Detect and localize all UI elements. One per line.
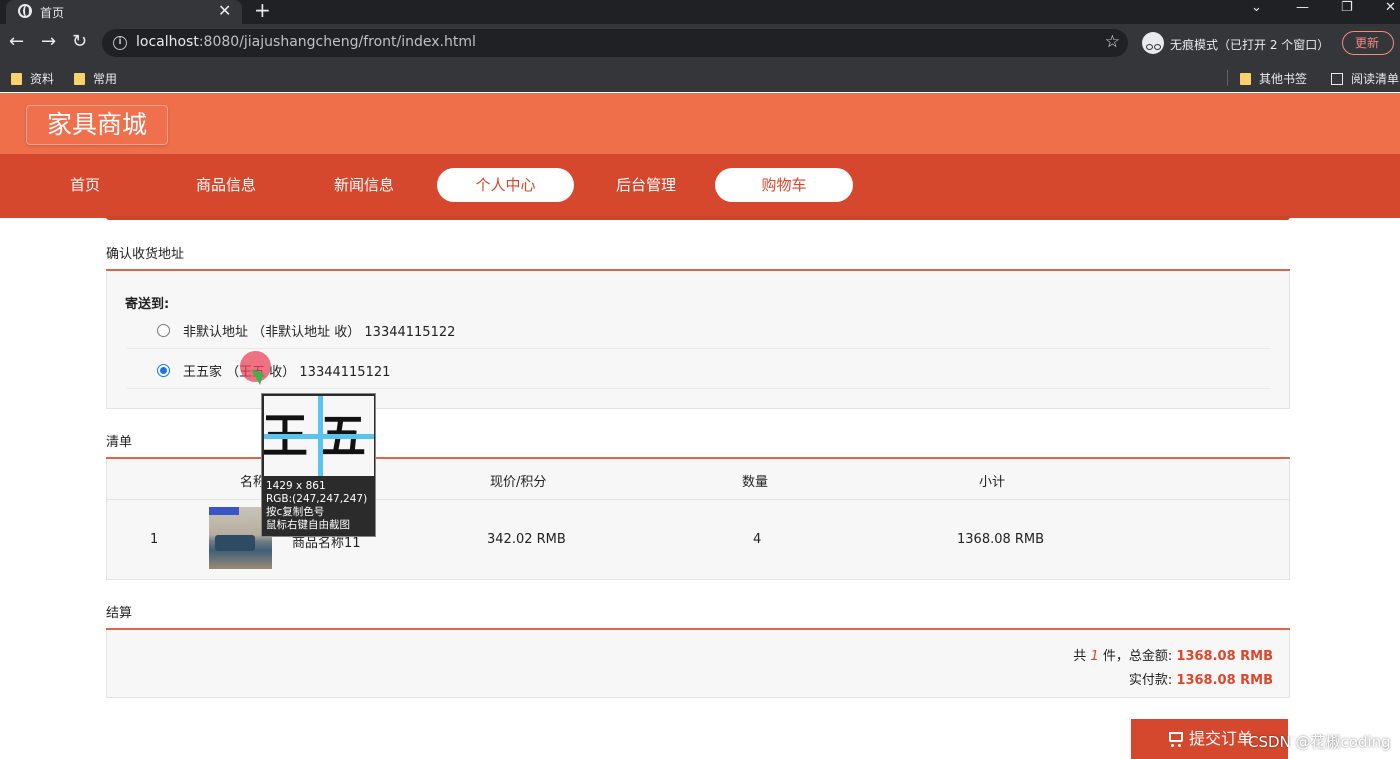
address-option-text: 王五家 （王五 收） 13344115121: [183, 365, 391, 380]
browser-toolbar: ← → ↻ i localhost:8080/jiajushangcheng/f…: [0, 24, 1400, 62]
main-nav: 首页 商品信息 新闻信息 个人中心 后台管理 购物车: [0, 154, 1400, 218]
globe-icon: [18, 4, 32, 18]
watermark: CSDN @花椒coding: [1248, 733, 1391, 751]
bookmarks-bar: 资料 常用 其他书签 阅读清单: [0, 62, 1400, 92]
other-bookmarks[interactable]: 其他书签: [1240, 70, 1307, 87]
address-panel: 寄送到: 非默认地址 （非默认地址 收） 13344115122 王五家 （王五…: [106, 271, 1290, 409]
address-option-selected[interactable]: 王五家 （王五 收） 13344115121: [127, 351, 1271, 389]
magnifier-zoom-view: 王 五: [264, 396, 374, 476]
total-count: 1: [1090, 649, 1099, 664]
address-radio-selected[interactable]: [157, 364, 170, 377]
browser-tab[interactable]: 首页 ✕: [6, 0, 242, 24]
screenshot-magnifier: 王 五 1429 x 861 RGB:(247,247,247) 按c复制色号 …: [261, 393, 376, 537]
col-header-subtotal: 小计: [979, 475, 1006, 490]
nav-products[interactable]: 商品信息: [180, 168, 272, 202]
nav-personal-center[interactable]: 个人中心: [437, 168, 574, 202]
nav-cart[interactable]: 购物车: [715, 168, 853, 202]
magnifier-hint-capture: 鼠标右键自由截图: [266, 519, 350, 531]
bookmark-folder-changyong[interactable]: 常用: [74, 70, 117, 87]
nav-admin[interactable]: 后台管理: [600, 168, 692, 202]
bookmark-folder-ziliao[interactable]: 资料: [11, 70, 54, 87]
product-subtotal: 1368.08 RMB: [957, 532, 1045, 547]
paid-summary: 实付款: 1368.08 RMB: [1128, 673, 1273, 688]
folder-icon: [11, 73, 22, 85]
nav-underline: [106, 216, 1290, 220]
url-text[interactable]: localhost:8080/jiajushangcheng/front/ind…: [136, 34, 476, 50]
address-option[interactable]: 非默认地址 （非默认地址 收） 13344115122: [127, 311, 1271, 349]
minimize-icon[interactable]: —: [1296, 0, 1309, 15]
magnifier-size: 1429 x 861: [266, 480, 326, 492]
new-tab-button[interactable]: +: [254, 0, 271, 22]
nav-news[interactable]: 新闻信息: [318, 168, 410, 202]
back-icon[interactable]: ←: [9, 32, 24, 52]
col-header-price: 现价/积分: [490, 475, 547, 490]
info-icon[interactable]: i: [113, 36, 127, 50]
reload-icon[interactable]: ↻: [72, 32, 87, 52]
bookmark-star-icon[interactable]: ☆: [1105, 32, 1120, 52]
total-summary: 共 1 件，总金额: 1368.08 RMB: [1073, 649, 1273, 664]
update-button[interactable]: 更新: [1342, 31, 1394, 55]
magnifier-hint-copy: 按c复制色号: [266, 506, 325, 518]
magnifier-rgb: RGB:(247,247,247): [266, 493, 368, 505]
browser-tab-strip: 首页 ✕ + ⌄ — ❐ ✕: [0, 0, 1400, 24]
restore-icon[interactable]: ❐: [1341, 0, 1353, 15]
product-qty: 4: [753, 532, 762, 547]
incognito-icon: [1142, 32, 1164, 54]
total-amount: 1368.08 RMB: [1176, 649, 1273, 664]
ship-to-label: 寄送到:: [125, 297, 170, 312]
checkout-panel: 共 1 件，总金额: 1368.08 RMB 实付款: 1368.08 RMB: [106, 630, 1290, 698]
row-index: 1: [150, 532, 159, 547]
window-close-icon[interactable]: ✕: [1385, 0, 1396, 15]
address-radio[interactable]: [157, 324, 170, 337]
address-bar[interactable]: i localhost:8080/jiajushangcheng/front/i…: [102, 29, 1128, 57]
cart-icon: [1169, 732, 1183, 747]
reading-list-icon: [1331, 73, 1343, 85]
checkout-section-title: 结算: [106, 606, 133, 621]
folder-icon: [74, 73, 85, 85]
nav-home[interactable]: 首页: [44, 168, 126, 202]
bookmarks-divider: [1227, 70, 1228, 86]
list-section-title: 清单: [106, 435, 133, 450]
address-section-title: 确认收货地址: [106, 247, 185, 262]
magnifier-crosshair-horizontal: [264, 434, 374, 439]
folder-icon: [1240, 73, 1251, 85]
col-header-qty: 数量: [742, 475, 769, 490]
site-header: 家具商城: [0, 93, 1400, 154]
paid-amount: 1368.08 RMB: [1176, 673, 1273, 688]
tab-title: 首页: [40, 6, 65, 20]
tab-close-icon[interactable]: ✕: [218, 1, 231, 20]
forward-icon[interactable]: →: [41, 32, 56, 52]
tab-search-icon[interactable]: ⌄: [1251, 0, 1262, 15]
magnifier-info: 1429 x 861 RGB:(247,247,247) 按c复制色号 鼠标右键…: [266, 480, 367, 532]
reading-list[interactable]: 阅读清单: [1331, 70, 1399, 87]
product-price: 342.02 RMB: [487, 532, 566, 547]
site-logo[interactable]: 家具商城: [26, 105, 168, 145]
address-option-text: 非默认地址 （非默认地址 收） 13344115122: [183, 325, 456, 340]
